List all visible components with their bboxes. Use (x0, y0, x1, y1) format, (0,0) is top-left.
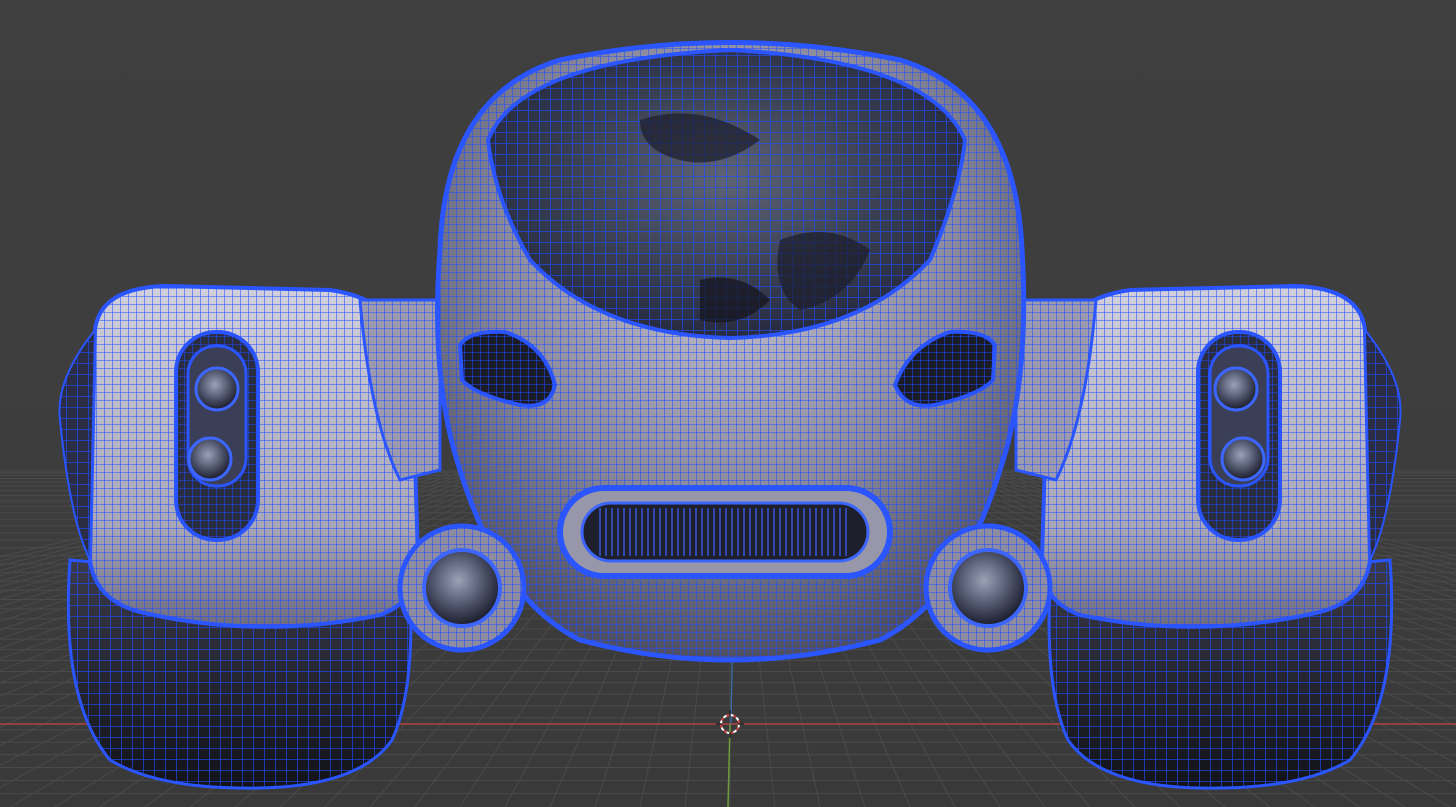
car-body[interactable] (358, 40, 1098, 663)
wheel-left[interactable] (58, 283, 421, 790)
3d-viewport[interactable] (0, 0, 1456, 807)
lamp-right-bottom (1220, 436, 1266, 482)
lamp-left-top (194, 366, 240, 412)
lamp-right-top (1213, 366, 1259, 412)
headlamp-right (923, 523, 1053, 653)
lamp-left-bottom (187, 436, 233, 482)
headlamp-left (397, 523, 527, 653)
wheel-right[interactable] (1039, 283, 1402, 790)
viewport-canvas[interactable] (0, 0, 1456, 807)
